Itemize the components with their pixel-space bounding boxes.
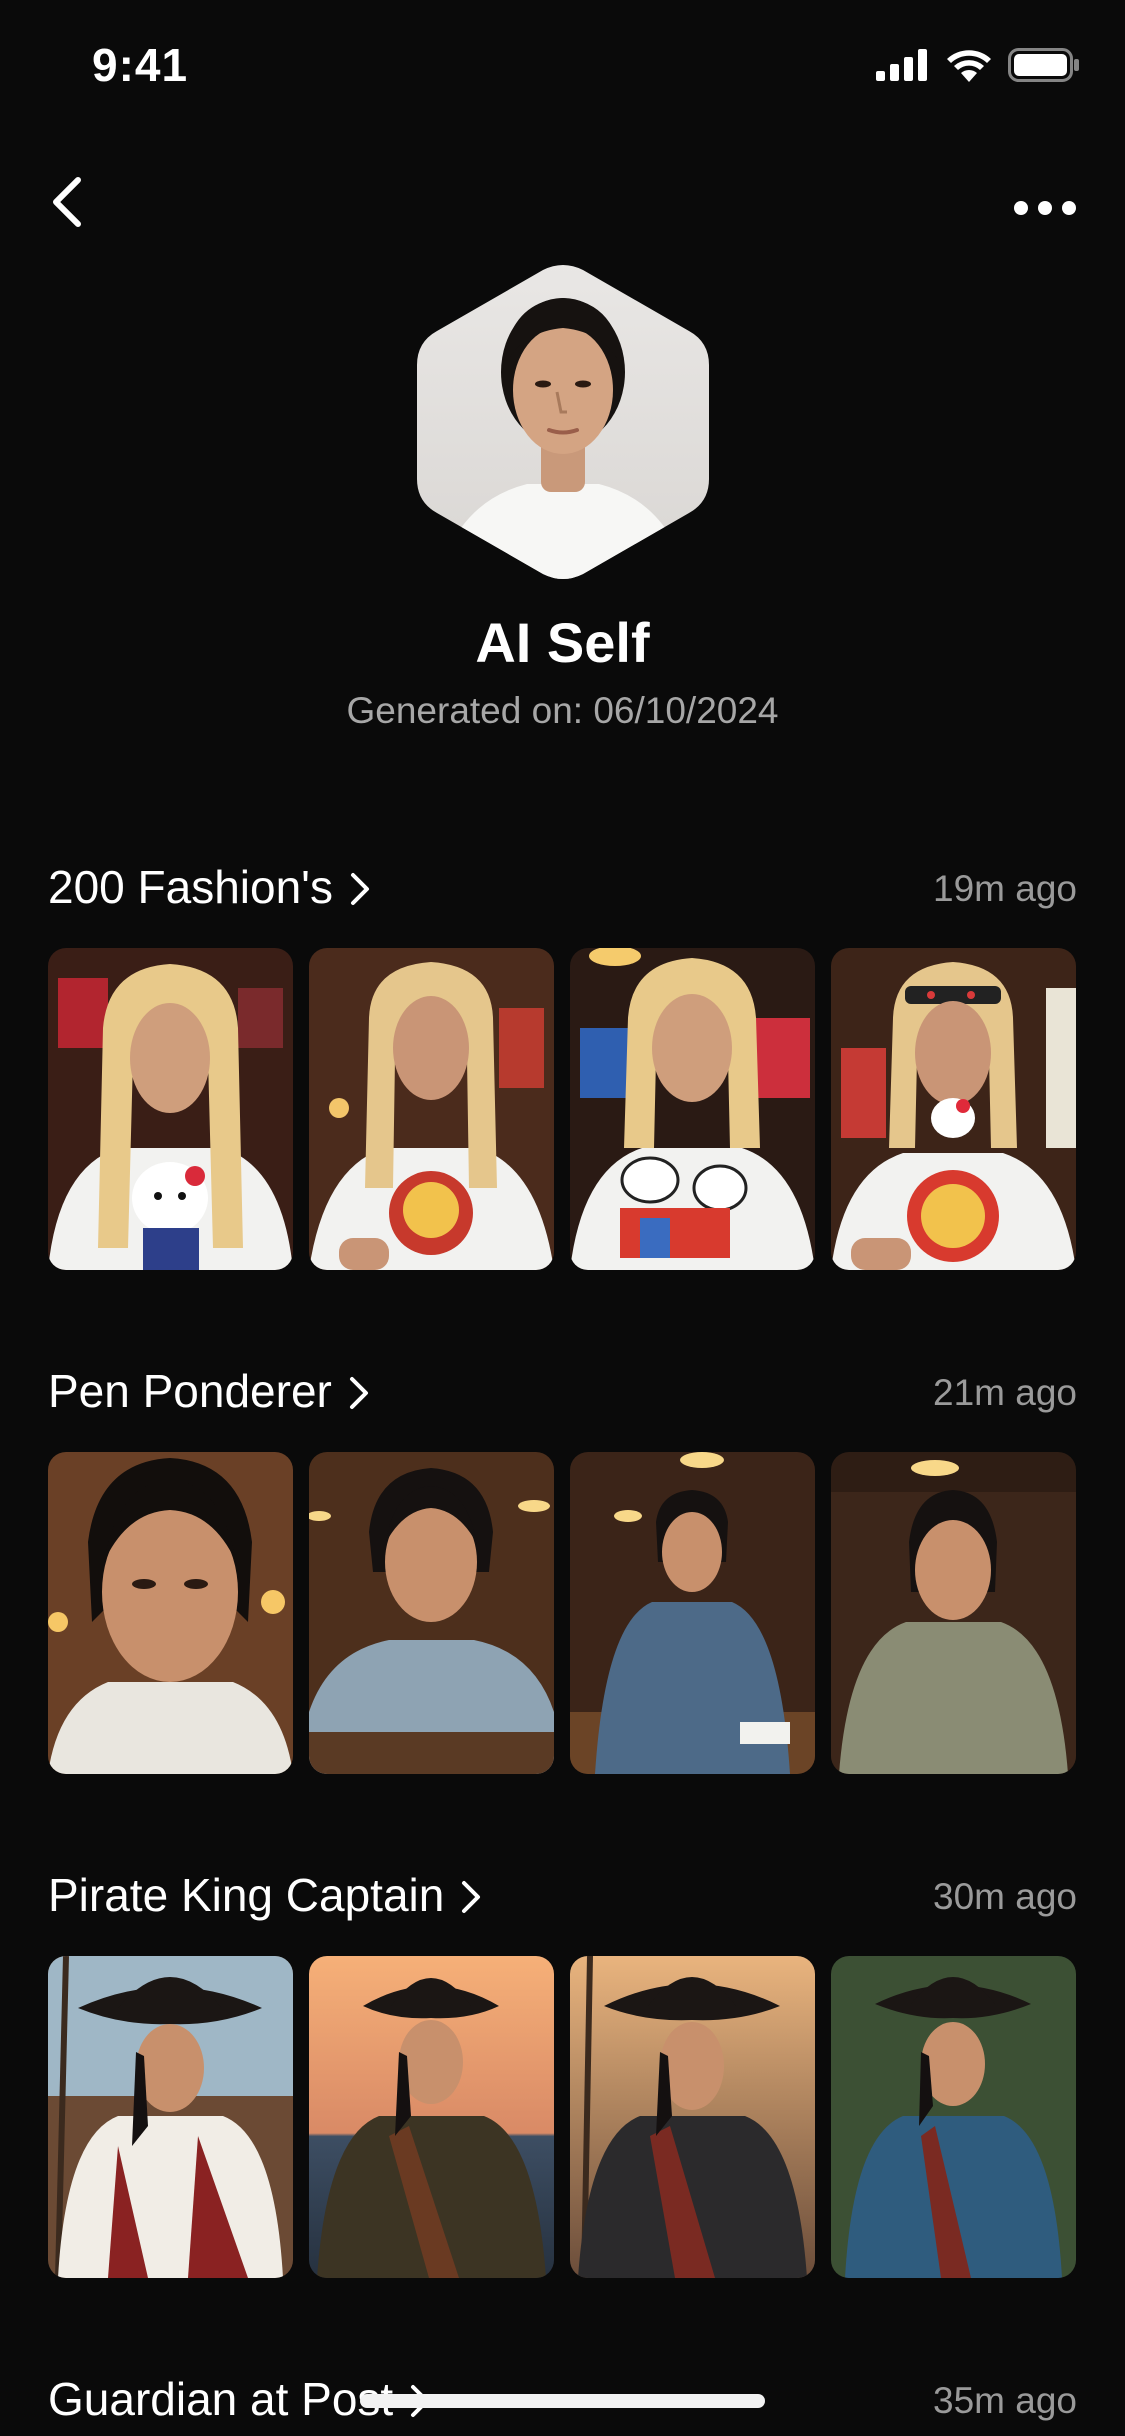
- chevron-left-icon: [53, 177, 81, 227]
- more-options-button[interactable]: [1005, 170, 1085, 230]
- thumbnail-row: [48, 1956, 1078, 2278]
- photo-thumbnail[interactable]: [48, 1452, 293, 1774]
- ellipsis-icon: [1014, 201, 1076, 215]
- chevron-right-icon: [350, 873, 369, 905]
- section-timestamp: 35m ago: [933, 2380, 1077, 2421]
- section-title[interactable]: Pen Ponderer: [48, 1364, 370, 1418]
- section-timestamp: 30m ago: [933, 1876, 1077, 1917]
- home-indicator[interactable]: [360, 2394, 765, 2408]
- status-bar: 9:41: [0, 0, 1125, 140]
- cellular-signal-icon: [876, 49, 927, 81]
- top-navigation: [0, 160, 1125, 240]
- status-time: 9:41: [92, 39, 189, 91]
- thumbnail-row: [48, 948, 1078, 1270]
- section-title[interactable]: 200 Fashion's: [48, 860, 371, 914]
- section-title-text: 200 Fashion's: [48, 861, 333, 913]
- photo-thumbnail[interactable]: [48, 1956, 293, 2278]
- profile-title: AI Self: [475, 611, 650, 674]
- photo-thumbnail[interactable]: [831, 1956, 1076, 2278]
- section-header[interactable]: Pirate King Captain 30m ago: [48, 1866, 1077, 1926]
- photo-thumbnail[interactable]: [309, 1956, 554, 2278]
- profile-subtitle: Generated on: 06/10/2024: [346, 690, 779, 731]
- status-icons: [876, 48, 1080, 82]
- photo-thumbnail[interactable]: [570, 948, 815, 1270]
- photo-thumbnail[interactable]: [48, 948, 293, 1270]
- photo-thumbnail[interactable]: [309, 1452, 554, 1774]
- chevron-right-icon: [349, 1377, 368, 1409]
- wifi-icon: [947, 50, 991, 82]
- section-title-text: Pen Ponderer: [48, 1365, 332, 1417]
- photo-thumbnail[interactable]: [831, 1452, 1076, 1774]
- photo-thumbnail[interactable]: [309, 948, 554, 1270]
- photo-thumbnail[interactable]: [831, 948, 1076, 1270]
- section-title[interactable]: Pirate King Captain: [48, 1868, 482, 1922]
- section-timestamp: 19m ago: [933, 868, 1077, 909]
- section-timestamp: 21m ago: [933, 1372, 1077, 1413]
- back-button[interactable]: [40, 170, 100, 230]
- section-header[interactable]: 200 Fashion's 19m ago: [48, 858, 1077, 918]
- section-title-text: Guardian at Post: [48, 2373, 394, 2425]
- battery-icon: [1008, 48, 1079, 82]
- chevron-right-icon: [462, 1881, 481, 1913]
- section-header[interactable]: Pen Ponderer 21m ago: [48, 1362, 1077, 1422]
- photo-thumbnail[interactable]: [570, 1956, 815, 2278]
- thumbnail-row: [48, 1452, 1078, 1774]
- photo-thumbnail[interactable]: [570, 1452, 815, 1774]
- profile-avatar: [417, 262, 709, 582]
- section-title-text: Pirate King Captain: [48, 1869, 445, 1921]
